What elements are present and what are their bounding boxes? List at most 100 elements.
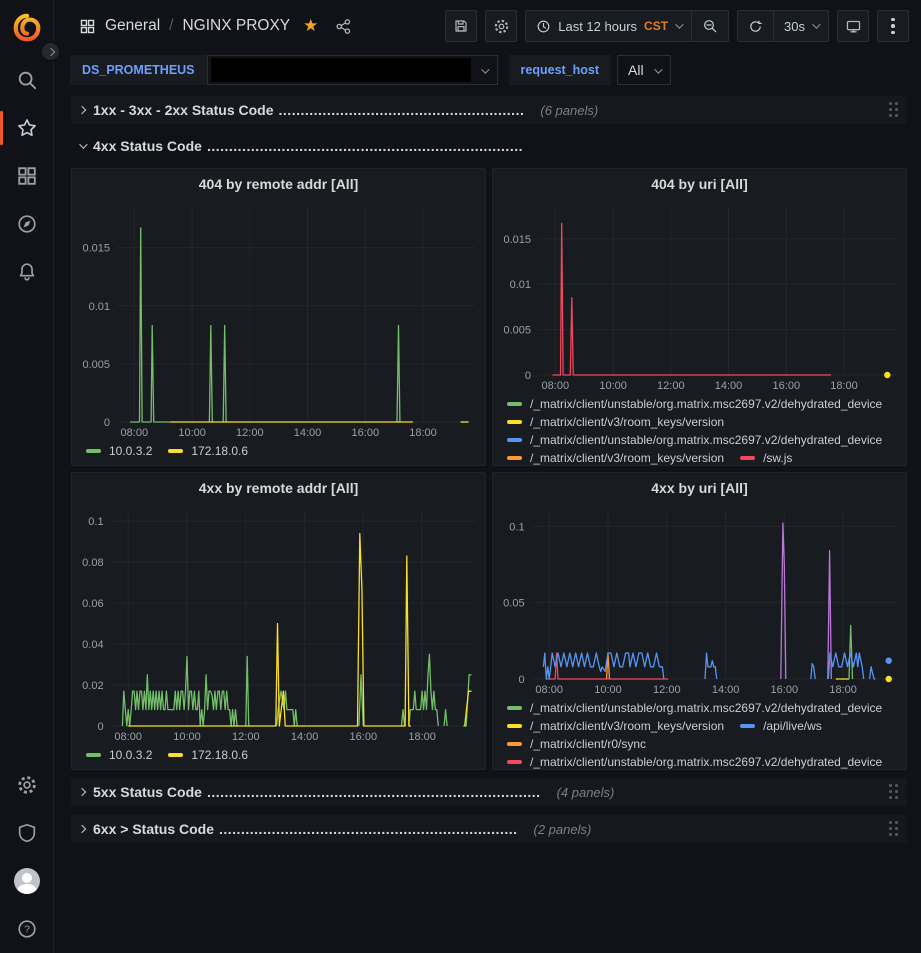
refresh-interval-picker[interactable]: 30s (773, 11, 828, 41)
row-1xx-3xx-2xx[interactable]: 1xx - 3xx - 2xx Status Code.............… (71, 96, 907, 124)
breadcrumb-separator: / (169, 17, 173, 35)
sidebar-item-configuration[interactable] (0, 761, 54, 809)
chart-404-by-remote-addr[interactable]: 00.0050.010.01508:0010:0012:0014:0016:00… (72, 199, 485, 442)
sidebar-item-server-admin[interactable] (0, 809, 54, 857)
chart-4xx-by-remote-addr[interactable]: 00.020.040.060.080.108:0010:0012:0014:00… (72, 503, 485, 746)
apps-icon (79, 18, 96, 35)
chevron-right-icon (78, 825, 86, 833)
drag-handle-icon[interactable] (887, 819, 901, 839)
svg-text:10:00: 10:00 (599, 380, 627, 392)
time-picker-group: Last 12 hours CST (525, 10, 729, 42)
sidebar-item-dashboards[interactable] (0, 152, 54, 200)
svg-text:?: ? (24, 925, 30, 936)
svg-text:12:00: 12:00 (657, 380, 685, 392)
panel-title[interactable]: 4xx by uri [All] (493, 473, 906, 503)
chart-4xx-by-uri[interactable]: 00.050.108:0010:0012:0014:0016:0018:00 (493, 503, 906, 699)
svg-text:08:00: 08:00 (542, 380, 570, 392)
cycle-view-button[interactable] (837, 10, 869, 42)
svg-text:10:00: 10:00 (173, 731, 201, 743)
avatar (14, 868, 40, 894)
svg-text:16:00: 16:00 (350, 731, 378, 743)
refresh-group: 30s (737, 10, 829, 42)
legend-item[interactable]: /api/live/ws (740, 719, 822, 733)
grafana-logo-icon[interactable] (12, 13, 42, 43)
legend-item[interactable]: /_matrix/client/unstable/org.matrix.msc2… (507, 397, 882, 411)
breadcrumb: General / NGINX PROXY ★ (79, 16, 352, 36)
legend-item[interactable]: /sw.js (740, 451, 792, 465)
panel-legend: /_matrix/client/unstable/org.matrix.msc2… (493, 699, 906, 769)
svg-text:14:00: 14:00 (294, 427, 322, 439)
dashboard-settings-button[interactable] (485, 10, 517, 42)
drag-handle-icon[interactable] (887, 100, 901, 120)
svg-text:0.05: 0.05 (503, 598, 524, 610)
svg-text:18:00: 18:00 (408, 731, 436, 743)
row-panel-count: (6 panels) (540, 103, 598, 118)
header: General / NGINX PROXY ★ (55, 0, 921, 52)
svg-text:10:00: 10:00 (178, 427, 206, 439)
svg-text:18:00: 18:00 (830, 380, 858, 392)
time-range-picker[interactable]: Last 12 hours CST (526, 11, 691, 41)
datasource-select[interactable] (207, 55, 498, 85)
svg-text:14:00: 14:00 (291, 731, 319, 743)
request-host-select[interactable]: All (617, 55, 671, 85)
help-icon: ? (16, 918, 38, 940)
sidebar-item-search[interactable] (0, 56, 54, 104)
request-host-value: All (628, 62, 644, 78)
refresh-button[interactable] (738, 11, 773, 41)
panel-title[interactable]: 4xx by remote addr [All] (72, 473, 485, 503)
svg-text:0.015: 0.015 (82, 243, 110, 255)
zoom-out-button[interactable] (691, 11, 728, 41)
legend-item[interactable]: /_matrix/client/v3/room_keys/version (507, 719, 724, 733)
dashboard-scroll-area: 1xx - 3xx - 2xx Status Code.............… (55, 88, 921, 843)
svg-text:0.08: 0.08 (82, 557, 103, 569)
svg-text:10:00: 10:00 (594, 684, 622, 696)
panel-4xx-by-uri: 4xx by uri [All] 00.050.108:0010:0012:00… (492, 472, 907, 770)
chart-404-by-uri[interactable]: 00.0050.010.01508:0010:0012:0014:0016:00… (493, 199, 906, 395)
legend-item[interactable]: /_matrix/client/v3/room_keys/version (507, 415, 724, 429)
row-4xx[interactable]: 4xx Status Code.........................… (71, 132, 907, 160)
request-host-variable-label[interactable]: request_host (509, 55, 612, 85)
sidebar-item-alerting[interactable] (0, 248, 54, 296)
legend-item[interactable]: /_matrix/client/unstable/org.matrix.msc2… (507, 701, 882, 715)
svg-text:0: 0 (518, 674, 524, 686)
sidebar-item-profile[interactable] (0, 857, 54, 905)
panel-grid: 404 by remote addr [All] 00.0050.010.015… (71, 168, 907, 770)
dashboard-toolbar: Last 12 hours CST 30s (445, 10, 909, 42)
legend-item[interactable]: 172.18.0.6 (168, 444, 248, 458)
panel-title[interactable]: 404 by remote addr [All] (72, 169, 485, 199)
row-title: 5xx Status Code.........................… (93, 784, 541, 800)
svg-text:14:00: 14:00 (715, 380, 743, 392)
dashboard-title[interactable]: NGINX PROXY (182, 17, 290, 35)
svg-text:0.015: 0.015 (503, 234, 531, 246)
svg-text:16:00: 16:00 (771, 684, 799, 696)
svg-text:08:00: 08:00 (114, 731, 142, 743)
drag-handle-icon[interactable] (887, 782, 901, 802)
sidebar-expand-button[interactable] (40, 41, 61, 62)
svg-text:12:00: 12:00 (653, 684, 681, 696)
legend-item[interactable]: /_matrix/client/v3/room_keys/version (507, 451, 724, 465)
save-dashboard-button[interactable] (445, 10, 477, 42)
share-icon[interactable] (335, 18, 352, 35)
legend-item[interactable]: 10.0.3.2 (86, 444, 152, 458)
gear-icon (16, 774, 38, 796)
legend-item[interactable]: /_matrix/client/unstable/org.matrix.msc2… (507, 433, 882, 447)
legend-item[interactable]: /_matrix/client/unstable/org.matrix.msc2… (507, 755, 882, 769)
legend-item[interactable]: 10.0.3.2 (86, 748, 152, 762)
sidebar-item-starred[interactable] (0, 104, 54, 152)
row-6xx[interactable]: 6xx > Status Code.......................… (71, 815, 907, 843)
breadcrumb-folder[interactable]: General (105, 17, 160, 35)
chevron-down-icon (654, 65, 662, 73)
panel-title[interactable]: 404 by uri [All] (493, 169, 906, 199)
chevron-down-icon (675, 20, 683, 28)
favorite-star-icon[interactable]: ★ (303, 16, 318, 36)
row-5xx[interactable]: 5xx Status Code.........................… (71, 778, 907, 806)
row-title: 4xx Status Code.........................… (93, 138, 523, 154)
legend-item[interactable]: 172.18.0.6 (168, 748, 248, 762)
svg-text:14:00: 14:00 (712, 684, 740, 696)
more-options-button[interactable] (877, 10, 909, 42)
datasource-variable-label[interactable]: DS_PROMETHEUS (70, 55, 207, 85)
legend-item[interactable]: /_matrix/client/r0/sync (507, 737, 646, 751)
sidebar-item-help[interactable]: ? (0, 905, 54, 953)
sidebar-item-explore[interactable] (0, 200, 54, 248)
row-title: 6xx > Status Code.......................… (93, 821, 518, 837)
